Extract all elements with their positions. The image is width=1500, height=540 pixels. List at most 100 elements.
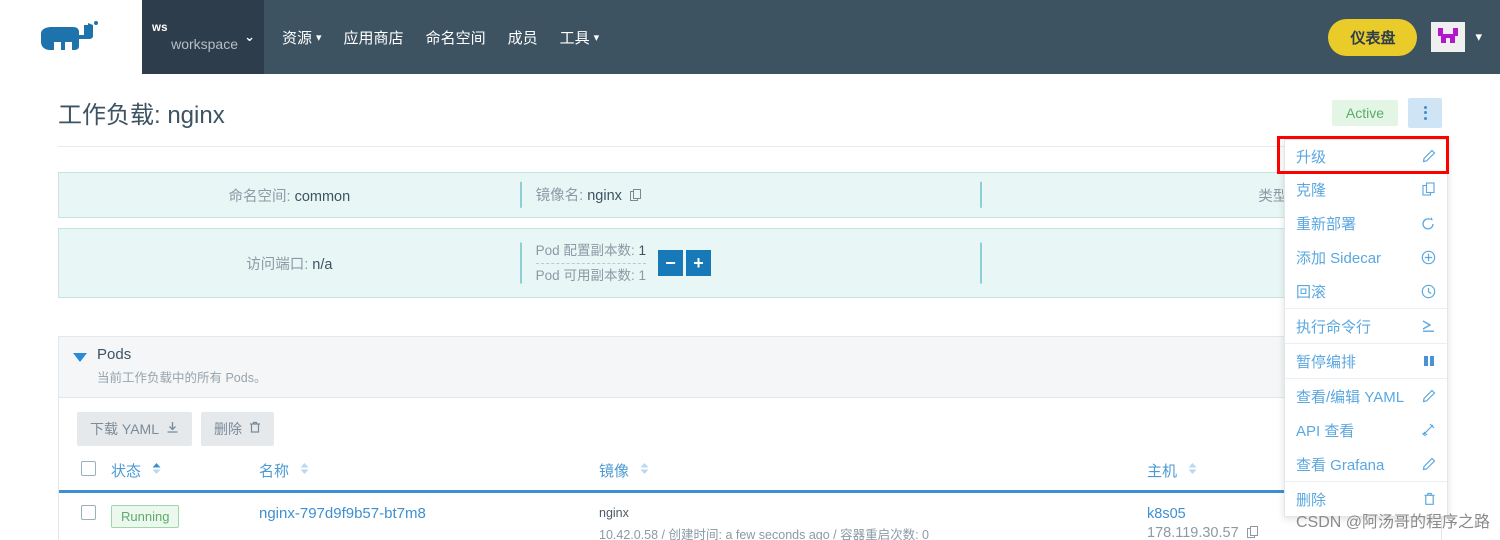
workspace-switcher[interactable]: ws workspace ⌄ xyxy=(142,0,264,74)
select-all-header[interactable] xyxy=(59,451,105,493)
rancher-logo[interactable] xyxy=(0,0,142,74)
info-endpoint-key: 访问端口: xyxy=(246,256,309,273)
sort-icon xyxy=(299,462,310,479)
copy-icon[interactable] xyxy=(1246,526,1259,540)
plus-circle-icon xyxy=(1421,250,1436,265)
main-nav: 资源 ▾ 应用商店 命名空间 成员 工具 ▾ xyxy=(264,0,599,74)
replicas-available-key: Pod 可用副本数: xyxy=(535,267,635,283)
download-yaml-label: 下载 YAML xyxy=(90,420,159,437)
sort-icon xyxy=(639,462,650,479)
column-header-state-label: 状态 xyxy=(111,462,142,480)
menu-item-execute-shell[interactable]: 执行命令行 xyxy=(1285,309,1447,343)
redeploy-icon xyxy=(1421,216,1436,230)
pods-panel: Pods 当前工作负载中的所有 Pods。 下载 YAML 删除 状态 名称 镜… xyxy=(58,336,1442,540)
menu-item-rollback[interactable]: 回滚 xyxy=(1285,274,1447,308)
nav-label: 命名空间 xyxy=(425,29,486,47)
menu-item-label: 回滚 xyxy=(1296,283,1327,301)
pod-name-link[interactable]: nginx-797d9f9b57-bt7m8 xyxy=(259,505,426,522)
chevron-down-icon[interactable]: ▾ xyxy=(1475,29,1482,45)
column-header-image-label: 镜像 xyxy=(599,462,630,480)
copy-icon[interactable] xyxy=(629,189,642,206)
sort-asc-icon xyxy=(151,462,162,479)
rancher-cow-logo xyxy=(41,21,98,50)
info-card-row-2: 访问端口: n/a Pod 配置副本数: 1 Pod 可用副本数: 1 − + xyxy=(58,228,1442,298)
menu-item-label: 升级 xyxy=(1296,148,1327,166)
workspace-name: workspace xyxy=(171,36,238,53)
info-namespace-value: common xyxy=(294,188,351,205)
menu-item-label: 暂停编排 xyxy=(1296,353,1357,371)
trash-icon xyxy=(1423,492,1436,506)
menu-item-label: 查看 Grafana xyxy=(1296,456,1385,474)
pause-icon xyxy=(1422,354,1436,368)
row-select-checkbox[interactable] xyxy=(81,504,96,520)
column-header-name[interactable]: 名称 xyxy=(253,451,593,493)
nav-label: 成员 xyxy=(507,29,538,47)
title-divider xyxy=(58,146,1442,147)
menu-item-clone[interactable]: 克隆 xyxy=(1285,172,1447,206)
download-yaml-button[interactable]: 下载 YAML xyxy=(77,411,192,446)
menu-item-api-view[interactable]: API 查看 xyxy=(1285,413,1447,447)
pods-section-subtitle: 当前工作负载中的所有 Pods。 xyxy=(97,370,267,385)
app-page: ws workspace ⌄ 资源 ▾ 应用商店 命名空间 成员 工具 ▾ 仪表… xyxy=(0,0,1500,540)
replicas-configured: Pod 配置副本数: 1 xyxy=(535,241,646,264)
page-title-row: 工作负载: nginx Active xyxy=(58,95,1442,130)
pod-image-detail: 10.42.0.58 / 创建时间: a few seconds ago / 容… xyxy=(599,527,929,540)
info-image-key: 镜像名: xyxy=(535,188,584,204)
pod-image-name: nginx xyxy=(599,505,629,520)
menu-item-label: API 查看 xyxy=(1296,422,1355,440)
column-header-state[interactable]: 状态 xyxy=(105,451,253,493)
nav-item-app-store[interactable]: 应用商店 xyxy=(344,27,404,48)
table-row[interactable]: Running nginx-797d9f9b57-bt7m8 nginx 10.… xyxy=(59,491,1441,540)
replica-increment-button[interactable]: + xyxy=(685,250,711,276)
menu-item-view-grafana[interactable]: 查看 Grafana xyxy=(1285,447,1447,481)
nav-label: 应用商店 xyxy=(343,29,404,47)
row-select-cell[interactable] xyxy=(59,491,105,540)
nav-item-members[interactable]: 成员 xyxy=(508,27,538,48)
info-endpoint-value: n/a xyxy=(312,256,333,273)
menu-item-label: 重新部署 xyxy=(1296,215,1357,233)
pencil-icon xyxy=(1422,389,1436,403)
nav-item-resources[interactable]: 资源 ▾ xyxy=(282,27,322,48)
info-endpoint: 访问端口: n/a xyxy=(59,229,520,297)
api-icon xyxy=(1421,423,1436,437)
row-image-cell: nginx 10.42.0.58 / 创建时间: a few seconds a… xyxy=(593,491,1141,540)
menu-item-view-edit-yaml[interactable]: 查看/编辑 YAML xyxy=(1285,379,1447,413)
replica-decrement-button[interactable]: − xyxy=(657,250,683,276)
dashboard-button[interactable]: 仪表盘 xyxy=(1328,18,1418,56)
pod-status-badge: Running xyxy=(111,504,180,528)
actions-kebab-button[interactable] xyxy=(1408,97,1442,128)
menu-item-pause-orchestration[interactable]: 暂停编排 xyxy=(1285,344,1447,378)
header-right-group: 仪表盘 ▾ xyxy=(1328,0,1500,74)
top-header: ws workspace ⌄ 资源 ▾ 应用商店 命名空间 成员 工具 ▾ 仪表… xyxy=(0,0,1500,74)
watermark: CSDN @阿汤哥的程序之路 xyxy=(1295,514,1490,531)
status-badge: Active xyxy=(1331,99,1398,126)
menu-item-label: 删除 xyxy=(1296,491,1327,509)
delete-pods-button[interactable]: 删除 xyxy=(200,411,274,446)
info-card-row-1: 命名空间: common 镜像名: nginx 类型: Deployment (… xyxy=(58,172,1442,218)
sort-icon xyxy=(1187,462,1198,479)
pod-host-ip: 178.119.30.57 xyxy=(1147,525,1239,540)
workspace-label: ws xyxy=(152,21,168,34)
replicas-configured-value: 1 xyxy=(638,242,646,258)
page-title: 工作负载: nginx xyxy=(58,102,225,129)
pods-section-title: Pods xyxy=(97,346,132,363)
actions-dropdown-menu: 升级 克隆 重新部署 添加 Sidecar 回滚 执行命令行 暂停编排 查看/编… xyxy=(1284,139,1448,517)
menu-item-redeploy[interactable]: 重新部署 xyxy=(1285,206,1447,240)
copy-icon xyxy=(1422,182,1436,196)
nav-item-namespaces[interactable]: 命名空间 xyxy=(426,27,486,48)
column-header-image[interactable]: 镜像 xyxy=(593,451,1141,493)
chevron-down-icon: ▾ xyxy=(316,31,322,44)
avatar[interactable] xyxy=(1431,22,1466,52)
pods-table: 状态 名称 镜像 主机 Running nginx-797d9f9b57-bt7… xyxy=(59,451,1441,540)
menu-item-upgrade[interactable]: 升级 xyxy=(1285,140,1447,172)
triangle-down-icon[interactable] xyxy=(73,353,87,362)
info-namespace-key: 命名空间: xyxy=(228,188,291,205)
row-name-cell: nginx-797d9f9b57-bt7m8 xyxy=(253,491,593,540)
column-header-name-label: 名称 xyxy=(259,462,290,480)
select-all-checkbox[interactable] xyxy=(81,460,96,476)
menu-item-label: 克隆 xyxy=(1296,181,1327,199)
trash-icon xyxy=(249,421,261,437)
menu-item-add-sidecar[interactable]: 添加 Sidecar xyxy=(1285,240,1447,274)
chevron-down-icon: ⌄ xyxy=(244,29,255,44)
nav-item-tools[interactable]: 工具 ▾ xyxy=(560,27,600,48)
